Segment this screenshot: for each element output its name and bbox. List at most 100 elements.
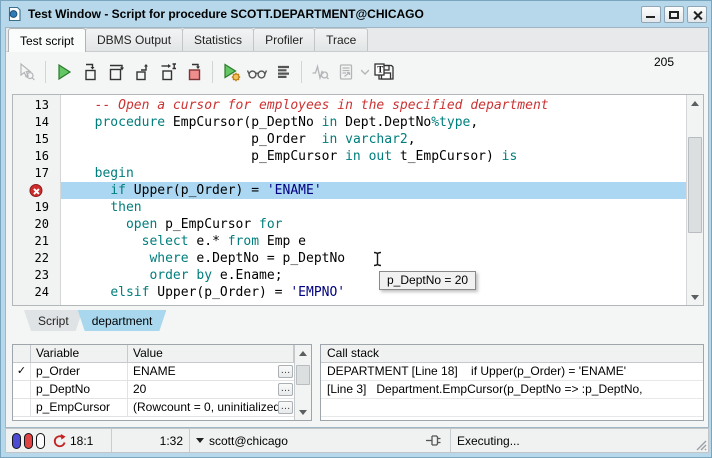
- call-stack-panel: Call stack DEPARTMENT [Line 18] if Upper…: [320, 344, 704, 421]
- scroll-down-icon[interactable]: [687, 289, 704, 305]
- breakpoint-icon[interactable]: [28, 184, 42, 197]
- tab-test-script[interactable]: Test script: [8, 28, 87, 52]
- abort-button[interactable]: [181, 59, 207, 85]
- run-with-settings-icon: [224, 63, 241, 82]
- result-tab-bar: Script department: [24, 310, 161, 331]
- call-stack-row[interactable]: [Line 3] Department.EmpCursor(p_DeptNo =…: [321, 381, 703, 399]
- code-line[interactable]: -- Open a cursor for employees in the sp…: [61, 97, 686, 114]
- variable-value-cell[interactable]: ENAME…: [128, 363, 294, 380]
- session-indicator-blue: [12, 432, 21, 449]
- ellipsis-button[interactable]: …: [278, 365, 293, 378]
- variable-row[interactable]: p_DeptNo 20…: [13, 381, 294, 399]
- variables-header-row: Variable Value: [13, 345, 294, 363]
- code-line[interactable]: p_EmpCursor in out t_EmpCursor) is: [61, 148, 686, 165]
- scrollbar-thumb[interactable]: [688, 137, 702, 233]
- line-number[interactable]: 23: [13, 267, 60, 284]
- scrollbar-track[interactable]: [687, 111, 703, 289]
- code-line[interactable]: p_Order in varchar2,: [61, 131, 686, 148]
- line-number[interactable]: 15: [13, 131, 60, 148]
- tab-trace[interactable]: Trace: [314, 28, 369, 51]
- line-number[interactable]: 19: [13, 199, 60, 216]
- call-stack-icon: [278, 65, 289, 78]
- watches-button[interactable]: [244, 59, 270, 85]
- ellipsis-button[interactable]: …: [278, 383, 293, 396]
- toolbar: T 205: [6, 53, 708, 91]
- inspect-cursor-button: [14, 59, 40, 85]
- variable-row[interactable]: ✓ p_Order ENAME…: [13, 363, 294, 381]
- line-number[interactable]: 22: [13, 250, 60, 267]
- report-button: [333, 59, 359, 85]
- code-line[interactable]: order by e.Ename;: [61, 267, 686, 284]
- scroll-up-icon[interactable]: [295, 345, 312, 361]
- code-line[interactable]: open p_EmpCursor for: [61, 216, 686, 233]
- variables-scrollbar[interactable]: [294, 345, 311, 420]
- code-line[interactable]: select e.* from Emp e: [61, 233, 686, 250]
- tab-dbms-output[interactable]: DBMS Output: [85, 28, 184, 51]
- chevron-down-icon: [361, 69, 369, 75]
- code-line[interactable]: then: [61, 199, 686, 216]
- value-column-header[interactable]: Value: [128, 345, 294, 362]
- line-number[interactable]: 20: [13, 216, 60, 233]
- ibeam-cursor-icon: [373, 251, 382, 267]
- step-out-icon: [136, 64, 148, 81]
- pin-icon[interactable]: [425, 433, 442, 448]
- run-button[interactable]: [51, 59, 77, 85]
- toolbar-separator: [45, 61, 46, 83]
- variable-name-cell[interactable]: p_DeptNo: [31, 381, 128, 398]
- auto-refresh-icon[interactable]: [51, 433, 67, 449]
- line-number[interactable]: 13: [13, 97, 60, 114]
- current-variable-marker: [13, 399, 31, 416]
- save-text-button[interactable]: T: [371, 59, 397, 85]
- result-tab-script[interactable]: Script: [24, 310, 83, 331]
- line-number[interactable]: 24: [13, 284, 60, 301]
- scroll-up-icon[interactable]: [687, 95, 704, 111]
- call-stack-button[interactable]: [270, 59, 296, 85]
- variable-row[interactable]: p_EmpCursor (Rowcount = 0, uninitialized,…: [13, 399, 294, 417]
- code-line[interactable]: elsif Upper(p_Order) = 'EMPNO': [61, 284, 686, 301]
- editor-code-area[interactable]: -- Open a cursor for employees in the sp…: [61, 95, 686, 305]
- line-number[interactable]: 16: [13, 148, 60, 165]
- scrollbar-track[interactable]: [295, 361, 311, 404]
- close-icon: [688, 7, 706, 22]
- code-line[interactable]: begin: [61, 165, 686, 182]
- scroll-down-icon[interactable]: [295, 404, 312, 420]
- variable-name-cell[interactable]: p_EmpCursor: [31, 399, 128, 416]
- step-into-button[interactable]: [77, 59, 103, 85]
- line-number[interactable]: [13, 182, 60, 199]
- window-icon: [8, 6, 21, 22]
- variable-value-cell[interactable]: 20…: [128, 381, 294, 398]
- code-line[interactable]: procedure EmpCursor(p_DeptNo in Dept.Dep…: [61, 114, 686, 131]
- call-stack-row[interactable]: DEPARTMENT [Line 18] if Upper(p_Order) =…: [321, 363, 703, 381]
- scrollbar-thumb[interactable]: [296, 365, 310, 385]
- step-over-button[interactable]: [103, 59, 129, 85]
- variable-name-cell[interactable]: p_Order: [31, 363, 128, 380]
- code-editor[interactable]: 13 14 15 16 17 19 20 21 22 23 24 -- Open a cursor …: [12, 94, 704, 306]
- window-title: Test Window - Script for procedure SCOTT…: [28, 7, 424, 21]
- inspect-cursor-icon: [20, 62, 35, 81]
- editor-vertical-scrollbar[interactable]: [686, 95, 703, 305]
- result-tab-department[interactable]: department: [78, 310, 167, 331]
- current-variable-marker: ✓: [13, 363, 31, 380]
- line-number[interactable]: 21: [13, 233, 60, 250]
- step-out-button[interactable]: [129, 59, 155, 85]
- minimize-button[interactable]: [641, 5, 661, 23]
- ellipsis-button[interactable]: …: [278, 401, 293, 414]
- run-with-settings-button[interactable]: [218, 59, 244, 85]
- variable-value-cell[interactable]: (Rowcount = 0, uninitialized, …: [128, 399, 294, 416]
- run-to-cursor-button[interactable]: [155, 59, 181, 85]
- connection-name[interactable]: scott@chicago: [209, 434, 288, 448]
- connection-dropdown-icon[interactable]: [196, 438, 204, 443]
- line-number[interactable]: 17: [13, 165, 60, 182]
- watches-icon: [246, 70, 268, 79]
- editor-gutter[interactable]: 13 14 15 16 17 19 20 21 22 23 24: [13, 95, 61, 305]
- resize-grip[interactable]: [694, 438, 707, 451]
- title-bar[interactable]: Test Window - Script for procedure SCOTT…: [1, 1, 711, 27]
- execution-line[interactable]: if Upper(p_Order) = 'ENAME': [61, 182, 686, 199]
- step-over-icon: [109, 64, 124, 81]
- close-button[interactable]: [687, 5, 707, 23]
- variable-column-header[interactable]: Variable: [31, 345, 128, 362]
- line-number[interactable]: 14: [13, 114, 60, 131]
- tab-profiler[interactable]: Profiler: [253, 28, 316, 51]
- maximize-button[interactable]: [664, 5, 684, 23]
- tab-statistics[interactable]: Statistics: [182, 28, 255, 51]
